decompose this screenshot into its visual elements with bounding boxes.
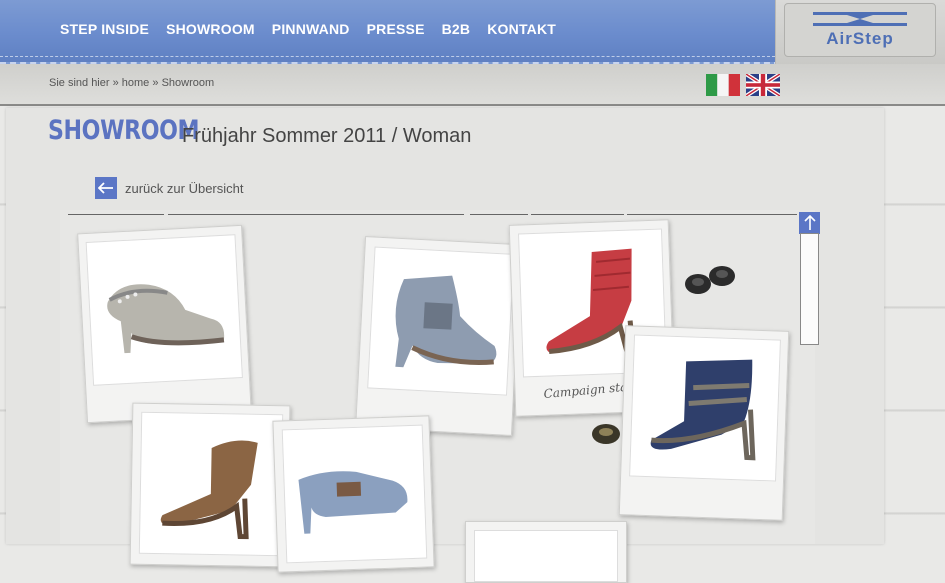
divider-line xyxy=(68,214,164,215)
breadcrumb-home[interactable]: home xyxy=(122,77,150,89)
language-switcher xyxy=(706,74,780,96)
product-photo xyxy=(629,334,781,482)
rivet-decoration-icon xyxy=(685,266,735,294)
back-to-overview-link[interactable]: zurück zur Übersicht xyxy=(95,177,243,199)
brown-wrap-sandal xyxy=(160,440,258,540)
divider-line xyxy=(168,214,464,215)
product-photo xyxy=(367,246,515,396)
product-card[interactable] xyxy=(77,224,252,424)
arrow-up-icon xyxy=(803,215,816,230)
main-nav: STEP INSIDE SHOWROOM PINNWAND PRESSE B2B… xyxy=(60,21,573,37)
arrow-left-icon xyxy=(95,177,117,199)
italian-flag-icon[interactable] xyxy=(706,74,740,96)
nav-presse[interactable]: PRESSE xyxy=(367,21,425,37)
uk-flag-icon[interactable] xyxy=(746,74,780,96)
rivet-decoration-icon xyxy=(592,424,620,444)
product-caption: Campaign star xyxy=(543,379,634,402)
page-title-logo: SHOWROOM xyxy=(48,115,200,146)
scrollbar-track[interactable] xyxy=(800,233,819,345)
breadcrumb-separator: » xyxy=(152,77,159,89)
breadcrumb-prefix: Sie sind hier » xyxy=(49,77,119,89)
blue-buckle-clog xyxy=(298,471,408,534)
divider-line xyxy=(470,214,528,215)
product-photo xyxy=(474,530,618,582)
nav-step-inside[interactable]: STEP INSIDE xyxy=(60,21,149,37)
breadcrumb: Sie sind hier » home » Showroom xyxy=(49,77,214,89)
product-photo xyxy=(138,411,284,557)
brand-logo[interactable]: AirStep xyxy=(775,0,945,65)
nav-showroom[interactable]: SHOWROOM xyxy=(166,21,255,37)
nav-pinnwand[interactable]: PINNWAND xyxy=(272,21,350,37)
logo-label-patch: AirStep xyxy=(784,3,936,57)
product-card[interactable] xyxy=(618,325,790,521)
divider-line xyxy=(627,214,797,215)
airstep-logo-icon xyxy=(813,12,907,26)
page-subtitle: Frühjahr Sommer 2011 / Woman xyxy=(182,125,472,147)
brand-name: AirStep xyxy=(826,29,894,48)
divider-line xyxy=(531,214,624,215)
nav-b2b[interactable]: B2B xyxy=(442,21,471,37)
scroll-up-button[interactable] xyxy=(799,212,820,234)
product-card[interactable] xyxy=(272,415,435,573)
product-card[interactable] xyxy=(129,402,291,568)
product-photo xyxy=(281,424,428,564)
nav-kontakt[interactable]: KONTAKT xyxy=(487,21,556,37)
product-photo xyxy=(85,234,243,386)
navy-buckle-bootie xyxy=(650,359,756,461)
breadcrumb-current: Showroom xyxy=(161,77,215,89)
header-bar: STEP INSIDE SHOWROOM PINNWAND PRESSE B2B… xyxy=(0,0,780,64)
grey-studded-ankle-bootie xyxy=(395,275,497,368)
product-card[interactable] xyxy=(355,236,522,436)
product-card[interactable] xyxy=(465,521,627,583)
strappy-slingback-sandal xyxy=(107,284,225,354)
back-link-label: zurück zur Übersicht xyxy=(125,180,244,196)
